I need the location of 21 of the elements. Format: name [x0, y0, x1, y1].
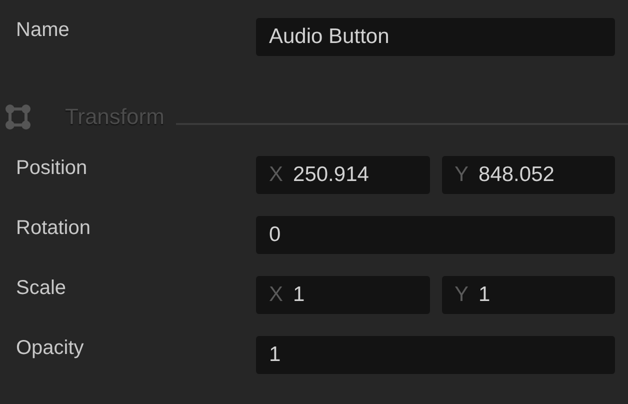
input-field[interactable]: Y 1: [442, 276, 615, 314]
axis-label: X: [269, 163, 284, 187]
field-label: Name: [16, 18, 70, 42]
input-field[interactable]: X 1: [256, 276, 430, 314]
axis-label: Y: [454, 283, 469, 307]
field-label: Scale: [16, 276, 66, 300]
axis-label: X: [269, 283, 284, 307]
input-field[interactable]: Audio Button: [256, 18, 615, 56]
field-label: Opacity: [16, 336, 84, 360]
input-field[interactable]: X 250.914: [256, 156, 430, 194]
axis-label: Y: [454, 163, 469, 187]
field-label: Rotation: [16, 216, 90, 240]
field-value: 848.052: [478, 163, 554, 187]
input-field[interactable]: 1: [256, 336, 615, 374]
field-value: 1: [478, 283, 490, 307]
input-field[interactable]: Y 848.052: [442, 156, 615, 194]
field-value: 250.914: [293, 163, 369, 187]
field-value: 1: [293, 283, 305, 307]
transform-icon: [5, 104, 31, 130]
input-field[interactable]: 0: [256, 216, 615, 254]
field-label: Position: [16, 156, 88, 180]
